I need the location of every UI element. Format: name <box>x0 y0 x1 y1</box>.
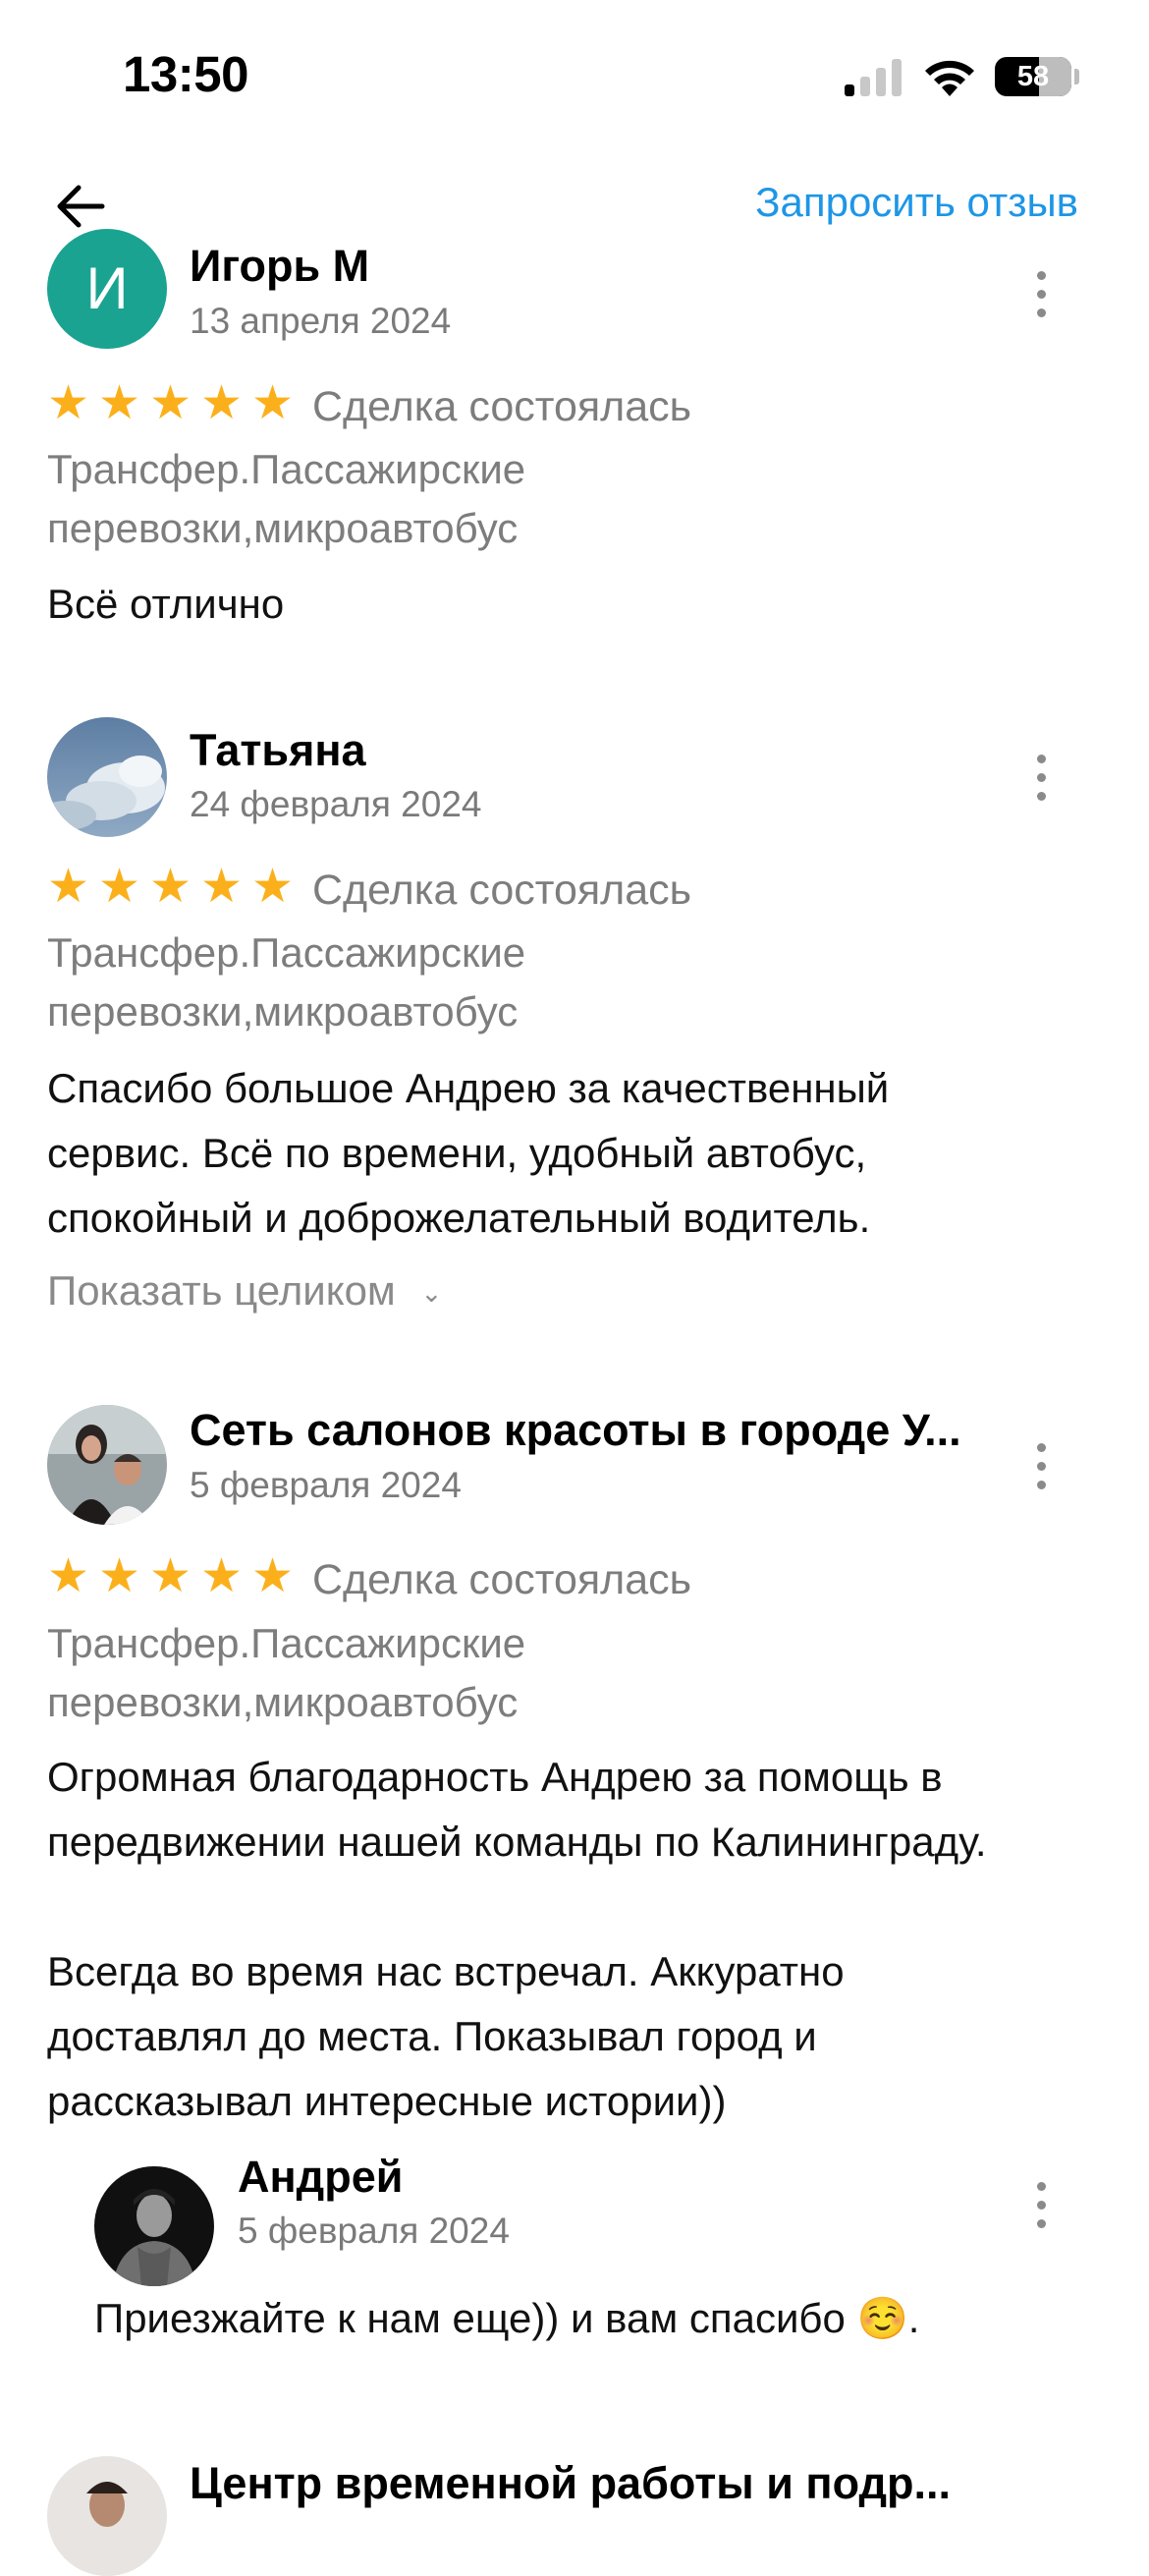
star-icon: ★ <box>98 377 141 429</box>
show-more-button[interactable]: Показать целиком ⌄ <box>47 1267 442 1315</box>
navigation-bar: Запросить отзыв <box>0 157 1149 251</box>
star-icon: ★ <box>149 377 192 429</box>
review-date: 13 апреля 2024 <box>190 301 452 341</box>
chevron-down-icon: ⌄ <box>420 1278 443 1309</box>
person-photo-avatar <box>94 2166 214 2286</box>
review-author[interactable]: Центр временной работы и подр... <box>190 2458 951 2509</box>
star-icon: ★ <box>200 377 244 429</box>
star-icon: ★ <box>149 1550 192 1602</box>
show-more-label: Показать целиком <box>47 1267 396 1314</box>
person-photo-avatar <box>47 2456 167 2576</box>
review-text: Спасибо большое Андрею за качественный с… <box>47 1065 890 1241</box>
clouds-photo-avatar <box>47 717 167 837</box>
reply-text: Приезжайте к нам еще)) и вам спасибо ☺️. <box>94 2295 920 2341</box>
salon-photo-avatar <box>47 1405 167 1525</box>
review-category-line: перевозки,микроавтобус <box>47 988 519 1035</box>
more-options-icon[interactable] <box>1021 265 1061 324</box>
review-category-line: Трансфер.Пассажирские <box>47 1620 526 1666</box>
reply-date: 5 февраля 2024 <box>238 2211 510 2251</box>
review-category-line: перевозки,микроавтобус <box>47 505 519 551</box>
star-icon: ★ <box>47 377 90 429</box>
review-text: Всё отлично <box>47 581 285 627</box>
review-date: 5 февраля 2024 <box>190 1465 462 1505</box>
star-icon: ★ <box>200 1550 244 1602</box>
avatar[interactable] <box>47 1405 167 1525</box>
avatar[interactable] <box>47 717 167 837</box>
deal-status: Сделка состоялась <box>312 867 692 914</box>
review-category-line: перевозки,микроавтобус <box>47 1679 519 1725</box>
more-options-icon[interactable] <box>1021 1437 1061 1496</box>
review-category-line: Трансфер.Пассажирские <box>47 929 526 976</box>
star-icon: ★ <box>149 861 192 913</box>
back-button[interactable] <box>51 177 110 236</box>
review-category-line: Трансфер.Пассажирские <box>47 446 526 492</box>
star-icon: ★ <box>47 861 90 913</box>
star-icon: ★ <box>251 377 295 429</box>
avatar[interactable] <box>47 2456 167 2576</box>
more-options-icon[interactable] <box>1021 749 1061 808</box>
deal-status: Сделка состоялась <box>312 1556 692 1603</box>
more-options-icon[interactable] <box>1021 2176 1061 2235</box>
reply-author[interactable]: Андрей <box>238 2152 403 2203</box>
star-icon: ★ <box>200 861 244 913</box>
request-review-button[interactable]: Запросить отзыв <box>755 179 1078 226</box>
review-text: Огромная благодарность Андрею за помощь … <box>47 1754 987 2124</box>
star-icon: ★ <box>47 1550 90 1602</box>
star-icon: ★ <box>98 1550 141 1602</box>
reply-avatar[interactable] <box>94 2166 214 2286</box>
star-icon: ★ <box>98 861 141 913</box>
star-icon: ★ <box>251 1550 295 1602</box>
review-author[interactable]: Татьяна <box>190 725 366 776</box>
arrow-left-icon <box>57 185 105 228</box>
reviews-list[interactable]: И Игорь М 13 апреля 2024 ★ ★ ★ ★ ★ Сделка со… <box>0 0 1149 2576</box>
review-author[interactable]: Сеть салонов красоты в городе У... <box>190 1405 961 1456</box>
review-date: 24 февраля 2024 <box>190 784 482 824</box>
star-icon: ★ <box>251 861 295 913</box>
deal-status: Сделка состоялась <box>312 383 692 430</box>
